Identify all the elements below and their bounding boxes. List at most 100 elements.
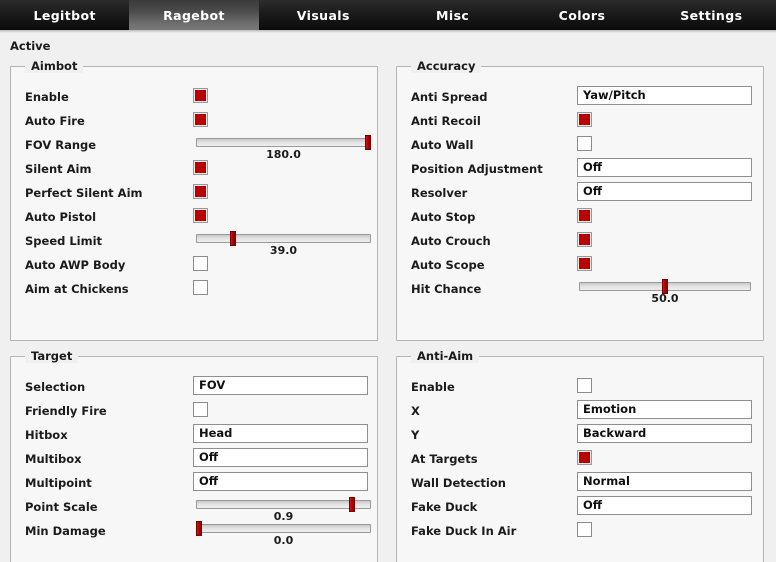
tab-misc[interactable]: Misc bbox=[388, 0, 517, 30]
dropdown-field[interactable]: Emotion bbox=[577, 400, 752, 419]
row-label: Y bbox=[411, 428, 420, 442]
dropdown-field[interactable]: Off bbox=[577, 182, 752, 201]
group-title-aimbot: Aimbot bbox=[25, 59, 84, 73]
slider[interactable]: 50.0 bbox=[579, 279, 751, 305]
tab-label: Misc bbox=[436, 7, 470, 23]
row-accuracy-auto-crouch: Auto Crouch bbox=[397, 229, 763, 253]
tab-visuals[interactable]: Visuals bbox=[259, 0, 388, 30]
tab-colors[interactable]: Colors bbox=[517, 0, 646, 30]
row-label: Enable bbox=[411, 380, 455, 394]
row-antiaim-wall-detection: Wall Detection Normal bbox=[397, 471, 763, 495]
checkbox[interactable] bbox=[193, 208, 208, 223]
row-antiaim-enable: Enable bbox=[397, 375, 763, 399]
dropdown-field[interactable]: Off bbox=[577, 158, 752, 177]
slider-track[interactable] bbox=[196, 138, 371, 147]
tab-bar: Legitbot Ragebot Visuals Misc Colors Settings bbox=[0, 0, 776, 30]
dropdown-field[interactable]: Yaw/Pitch bbox=[577, 86, 752, 105]
row-target-selection: Selection FOV bbox=[11, 375, 377, 399]
row-label: Auto Crouch bbox=[411, 234, 491, 248]
ragebot-window: Legitbot Ragebot Visuals Misc Colors Settings… bbox=[0, 0, 776, 562]
row-label: Auto AWP Body bbox=[25, 258, 126, 272]
row-accuracy-auto-stop: Auto Stop bbox=[397, 205, 763, 229]
row-label: Hitbox bbox=[25, 428, 68, 442]
row-aimbot-enable: Enable bbox=[11, 85, 377, 109]
dropdown-field[interactable]: Off bbox=[193, 448, 368, 467]
slider-track[interactable] bbox=[196, 234, 371, 243]
row-target-friendly-fire: Friendly Fire bbox=[11, 399, 377, 423]
row-aimbot-aim-at-chickens: Aim at Chickens bbox=[11, 277, 377, 301]
checkbox[interactable] bbox=[193, 112, 208, 127]
group-target: Target Selection FOV Friendly Fire Hitbox He… bbox=[10, 349, 378, 562]
row-aimbot-perfect-silent-aim: Perfect Silent Aim bbox=[11, 181, 377, 205]
group-title-accuracy: Accuracy bbox=[411, 59, 482, 73]
dropdown-field[interactable]: FOV bbox=[193, 376, 368, 395]
slider[interactable]: 0.9 bbox=[196, 497, 371, 523]
row-label: Aim at Chickens bbox=[25, 282, 129, 296]
slider-track[interactable] bbox=[196, 524, 371, 533]
row-accuracy-auto-scope: Auto Scope bbox=[397, 253, 763, 277]
group-aimbot: Aimbot Enable Auto Fire FOV Range 180.0 Sile… bbox=[10, 59, 378, 341]
row-label: At Targets bbox=[411, 452, 478, 466]
dropdown-field[interactable]: Off bbox=[577, 496, 752, 515]
tab-label: Ragebot bbox=[163, 7, 225, 23]
tab-label: Settings bbox=[680, 7, 743, 23]
dropdown-field[interactable]: Head bbox=[193, 424, 368, 443]
row-aimbot-auto-awp-body: Auto AWP Body bbox=[11, 253, 377, 277]
slider[interactable]: 0.0 bbox=[196, 521, 371, 547]
group-accuracy: Accuracy Anti Spread Yaw/Pitch Anti Recoil… bbox=[396, 59, 764, 341]
checkbox[interactable] bbox=[577, 232, 592, 247]
tab-label: Legitbot bbox=[33, 7, 96, 23]
checkbox[interactable] bbox=[577, 450, 592, 465]
row-target-min-damage: Min Damage 0.0 bbox=[11, 519, 377, 547]
dropdown-field[interactable]: Normal bbox=[577, 472, 752, 491]
slider-value: 50.0 bbox=[651, 292, 679, 305]
row-label: Multipoint bbox=[25, 476, 92, 490]
row-aimbot-speed-limit: Speed Limit 39.0 bbox=[11, 229, 377, 257]
checkbox[interactable] bbox=[577, 256, 592, 271]
row-label: Speed Limit bbox=[25, 234, 103, 248]
row-label: Selection bbox=[25, 380, 86, 394]
row-label: Silent Aim bbox=[25, 162, 92, 176]
checkbox[interactable] bbox=[577, 208, 592, 223]
tab-legitbot[interactable]: Legitbot bbox=[0, 0, 129, 30]
active-row: Active bbox=[0, 33, 776, 87]
dropdown-field[interactable]: Off bbox=[193, 472, 368, 491]
slider[interactable]: 180.0 bbox=[196, 135, 371, 161]
row-aimbot-fov-range: FOV Range 180.0 bbox=[11, 133, 377, 161]
row-aimbot-auto-fire: Auto Fire bbox=[11, 109, 377, 133]
row-target-multipoint: Multipoint Off bbox=[11, 471, 377, 495]
row-antiaim-fake-duck: Fake Duck Off bbox=[397, 495, 763, 519]
checkbox[interactable] bbox=[193, 184, 208, 199]
row-label: Perfect Silent Aim bbox=[25, 186, 143, 200]
checkbox[interactable] bbox=[193, 256, 208, 271]
slider-value: 0.0 bbox=[273, 534, 294, 547]
group-title-antiaim: Anti-Aim bbox=[411, 349, 480, 363]
row-antiaim-at-targets: At Targets bbox=[397, 447, 763, 471]
row-target-point-scale: Point Scale 0.9 bbox=[11, 495, 377, 523]
tab-settings[interactable]: Settings bbox=[647, 0, 776, 30]
slider-track[interactable] bbox=[196, 500, 371, 509]
checkbox[interactable] bbox=[577, 378, 592, 393]
checkbox[interactable] bbox=[577, 112, 592, 127]
row-accuracy-resolver: Resolver Off bbox=[397, 181, 763, 205]
tab-ragebot[interactable]: Ragebot bbox=[129, 0, 259, 30]
tab-label: Colors bbox=[558, 7, 606, 23]
row-label: Auto Scope bbox=[411, 258, 485, 272]
checkbox[interactable] bbox=[193, 160, 208, 175]
slider[interactable]: 39.0 bbox=[196, 231, 371, 257]
checkbox[interactable] bbox=[193, 88, 208, 103]
checkbox[interactable] bbox=[193, 280, 208, 295]
checkbox[interactable] bbox=[577, 136, 592, 151]
row-label: Anti Spread bbox=[411, 90, 488, 104]
checkbox[interactable] bbox=[577, 522, 592, 537]
dropdown-field[interactable]: Backward bbox=[577, 424, 752, 443]
row-antiaim-y: Y Backward bbox=[397, 423, 763, 447]
row-label: Auto Fire bbox=[25, 114, 85, 128]
row-label: Fake Duck In Air bbox=[411, 524, 517, 538]
row-target-multibox: Multibox Off bbox=[11, 447, 377, 471]
checkbox[interactable] bbox=[193, 402, 208, 417]
row-label: Auto Wall bbox=[411, 138, 474, 152]
row-label: Min Damage bbox=[25, 524, 106, 538]
row-aimbot-silent-aim: Silent Aim bbox=[11, 157, 377, 181]
row-label: Position Adjustment bbox=[411, 162, 543, 176]
